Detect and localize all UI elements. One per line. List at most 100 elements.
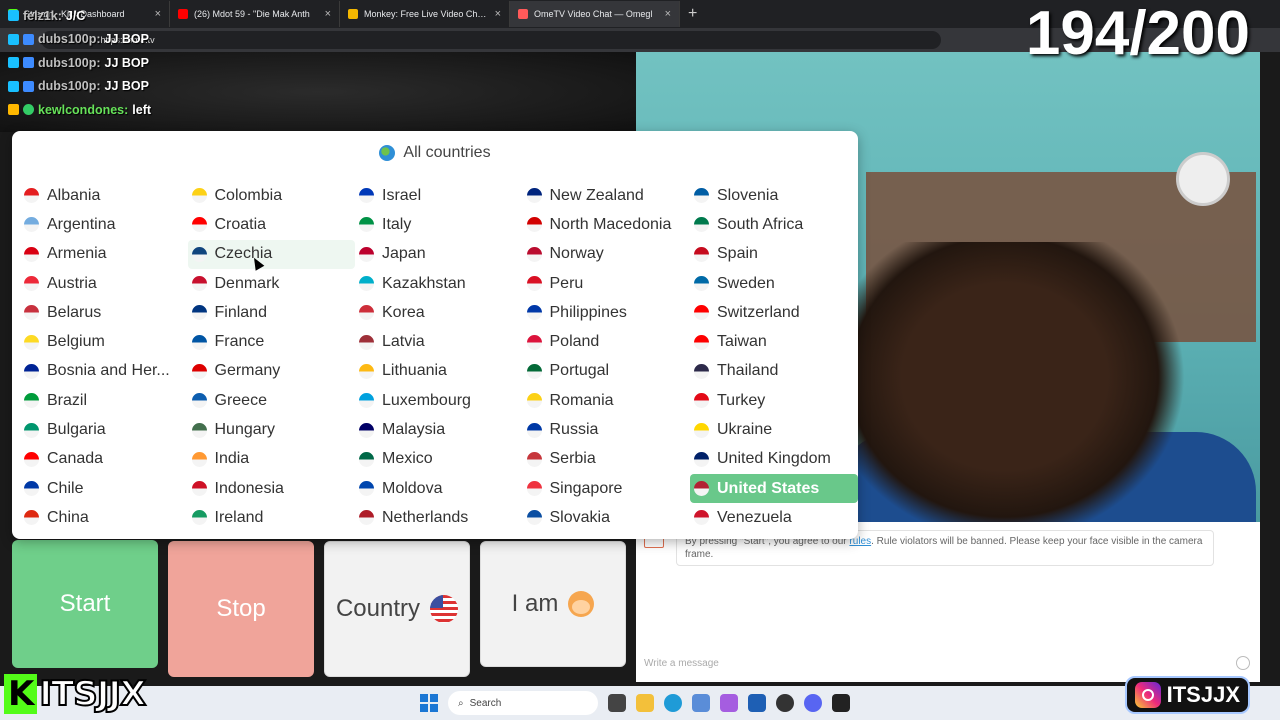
- country-option[interactable]: New Zealand: [523, 181, 691, 210]
- country-option[interactable]: India: [188, 445, 356, 474]
- close-tab-icon[interactable]: ×: [665, 8, 671, 20]
- chat-badge-icon: [8, 104, 19, 116]
- browser-tab[interactable]: (26) Mdot 59 - "Die Mak Anth ×: [170, 1, 340, 27]
- country-option[interactable]: Portugal: [523, 357, 691, 386]
- message-input[interactable]: Write a message: [644, 658, 719, 669]
- country-option[interactable]: Chile: [20, 474, 188, 503]
- country-option[interactable]: Bosnia and Her...: [20, 357, 188, 386]
- country-option[interactable]: Russia: [523, 415, 691, 444]
- emoji-icon[interactable]: [1236, 656, 1250, 670]
- stop-button[interactable]: Stop: [168, 541, 314, 677]
- country-option[interactable]: China: [20, 503, 188, 532]
- country-option[interactable]: France: [188, 327, 356, 356]
- country-option[interactable]: Korea: [355, 298, 523, 327]
- search-icon: ⌕: [458, 697, 464, 709]
- flag-icon: [694, 510, 709, 526]
- country-option[interactable]: Croatia: [188, 210, 356, 239]
- country-option[interactable]: Taiwan: [690, 327, 858, 356]
- stream-chat: felz1k: J/C dubs100p: JJ BOP dubs100p: JJ BOP…: [8, 4, 151, 122]
- country-option[interactable]: Greece: [188, 386, 356, 415]
- country-option[interactable]: United States: [690, 473, 858, 504]
- country-option[interactable]: Malaysia: [355, 415, 523, 444]
- country-option[interactable]: Serbia: [523, 445, 691, 474]
- store-icon[interactable]: [748, 694, 766, 712]
- country-option[interactable]: Turkey: [690, 386, 858, 415]
- close-tab-icon[interactable]: ×: [155, 8, 161, 20]
- country-option[interactable]: Spain: [690, 240, 858, 269]
- discord-icon[interactable]: [804, 694, 822, 712]
- country-option[interactable]: Argentina: [20, 210, 188, 239]
- country-option[interactable]: Israel: [355, 181, 523, 210]
- all-countries-option[interactable]: All countries: [12, 131, 858, 175]
- country-option[interactable]: Sweden: [690, 269, 858, 298]
- browser-tab[interactable]: OmeTV Video Chat — Omegl ×: [510, 1, 680, 27]
- country-option[interactable]: Slovenia: [690, 181, 858, 210]
- country-option[interactable]: United Kingdom: [690, 445, 858, 474]
- country-option[interactable]: Albania: [20, 181, 188, 210]
- country-option[interactable]: Mexico: [355, 445, 523, 474]
- flag-icon: [24, 305, 39, 321]
- taskbar-search[interactable]: ⌕ Search: [448, 691, 598, 715]
- windows-start-icon[interactable]: [420, 694, 438, 712]
- country-option[interactable]: Brazil: [20, 386, 188, 415]
- obs-icon[interactable]: [776, 694, 794, 712]
- task-view-icon[interactable]: [608, 694, 626, 712]
- country-option[interactable]: Bulgaria: [20, 415, 188, 444]
- flag-icon: [359, 393, 374, 409]
- country-option[interactable]: Lithuania: [355, 357, 523, 386]
- flag-icon: [24, 363, 39, 379]
- start-button[interactable]: Start: [12, 540, 158, 668]
- country-option[interactable]: Denmark: [188, 269, 356, 298]
- country-option[interactable]: Switzerland: [690, 298, 858, 327]
- country-option[interactable]: Slovakia: [523, 503, 691, 532]
- country-option[interactable]: Italy: [355, 210, 523, 239]
- country-option[interactable]: Luxembourg: [355, 386, 523, 415]
- country-name: Russia: [549, 421, 599, 439]
- country-option[interactable]: Ireland: [188, 503, 356, 532]
- country-option[interactable]: Belgium: [20, 327, 188, 356]
- country-option[interactable]: Armenia: [20, 240, 188, 269]
- country-name: Serbia: [549, 450, 596, 468]
- file-explorer-icon[interactable]: [636, 694, 654, 712]
- tab-title: OmeTV Video Chat — Omegl: [534, 9, 653, 19]
- country-option[interactable]: Czechia: [187, 239, 355, 269]
- chat-message: dubs100p: JJ BOP: [8, 75, 151, 99]
- gender-button[interactable]: I am: [480, 541, 626, 667]
- country-option[interactable]: Netherlands: [355, 503, 523, 532]
- app-icon-2[interactable]: [720, 694, 738, 712]
- country-option[interactable]: North Macedonia: [523, 210, 691, 239]
- browser-tab[interactable]: Monkey: Free Live Video Chat to M ×: [340, 1, 510, 27]
- country-option[interactable]: Hungary: [188, 415, 356, 444]
- country-option[interactable]: Belarus: [20, 298, 188, 327]
- country-option[interactable]: Ukraine: [690, 415, 858, 444]
- country-option[interactable]: Japan: [355, 240, 523, 269]
- country-option[interactable]: Norway: [523, 240, 691, 269]
- kick-k-icon: K: [4, 674, 38, 714]
- country-option[interactable]: Canada: [20, 445, 188, 474]
- country-option[interactable]: Venezuela: [690, 503, 858, 532]
- country-option[interactable]: Poland: [523, 327, 691, 356]
- new-tab-icon[interactable]: +: [680, 5, 705, 23]
- edge-icon[interactable]: [664, 694, 682, 712]
- country-option[interactable]: Latvia: [355, 327, 523, 356]
- country-option[interactable]: Finland: [188, 298, 356, 327]
- country-option[interactable]: Peru: [523, 269, 691, 298]
- country-option[interactable]: South Africa: [690, 210, 858, 239]
- country-button[interactable]: Country: [324, 541, 470, 677]
- close-tab-icon[interactable]: ×: [495, 8, 501, 20]
- country-option[interactable]: Indonesia: [188, 474, 356, 503]
- country-option[interactable]: Germany: [188, 357, 356, 386]
- app-icon[interactable]: [692, 694, 710, 712]
- country-option[interactable]: Romania: [523, 386, 691, 415]
- country-option[interactable]: Philippines: [523, 298, 691, 327]
- country-name: Ireland: [214, 508, 264, 526]
- country-option[interactable]: Singapore: [523, 474, 691, 503]
- country-option[interactable]: Moldova: [355, 474, 523, 503]
- country-option[interactable]: Thailand: [690, 357, 858, 386]
- url-field[interactable]: https://ome.tv: [40, 31, 941, 49]
- country-option[interactable]: Colombia: [188, 181, 356, 210]
- epic-games-icon[interactable]: [832, 694, 850, 712]
- country-option[interactable]: Kazakhstan: [355, 269, 523, 298]
- close-tab-icon[interactable]: ×: [325, 8, 331, 20]
- country-option[interactable]: Austria: [20, 269, 188, 298]
